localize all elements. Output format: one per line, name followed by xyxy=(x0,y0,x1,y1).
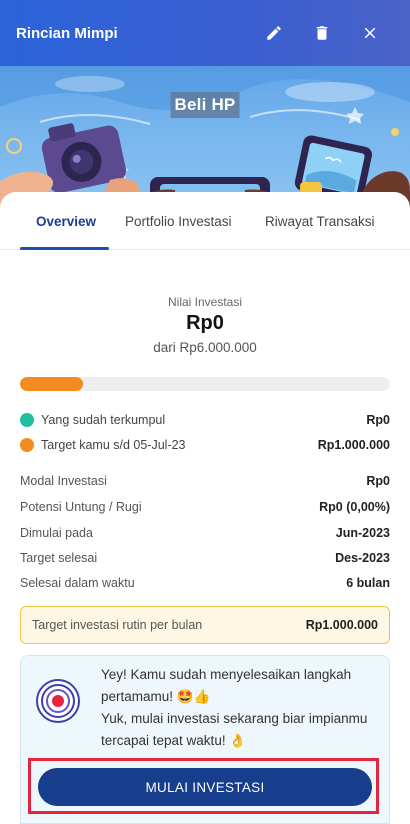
pencil-icon xyxy=(267,26,281,40)
tab-bar: Overview Portfolio Investasi Riwayat Tra… xyxy=(0,192,410,250)
detail-row-target-selesai: Target selesai Des-2023 xyxy=(20,549,390,567)
monthly-target-value: Rp1.000.000 xyxy=(305,618,378,632)
delete-button[interactable] xyxy=(298,13,346,53)
app-bar-actions xyxy=(250,13,394,53)
progress-bar xyxy=(20,377,390,391)
trash-icon xyxy=(316,26,328,40)
legend-collected: Yang sudah terkumpul Rp0 xyxy=(20,411,390,429)
monthly-target-box: Target investasi rutin per bulan Rp1.000… xyxy=(20,606,390,644)
detail-label: Target selesai xyxy=(20,551,98,565)
detail-value: Des-2023 xyxy=(335,551,390,565)
target-dot-icon xyxy=(20,438,34,452)
monthly-target-label: Target investasi rutin per bulan xyxy=(32,618,203,632)
start-investing-button[interactable]: MULAI INVESTASI xyxy=(38,768,372,806)
investment-value-label: Nilai Investasi xyxy=(167,295,243,309)
investment-value: Rp0 xyxy=(186,312,224,334)
detail-card: Overview Portfolio Investasi Riwayat Tra… xyxy=(0,192,410,824)
tab-overview[interactable]: Overview xyxy=(36,214,96,229)
close-icon xyxy=(364,27,376,39)
notice-line-3: Yuk, mulai investasi sekarang biar impia… xyxy=(101,711,368,726)
detail-row-modal: Modal Investasi Rp0 xyxy=(20,472,390,490)
detail-value: Rp0 xyxy=(366,474,390,488)
legend-target: Target kamu s/d 05-Jul-23 Rp1.000.000 xyxy=(20,436,390,454)
dream-title: Beli HP xyxy=(170,92,240,118)
detail-row-dimulai: Dimulai pada Jun-2023 xyxy=(20,524,390,542)
notice-line-2: pertamamu! 🤩👍 xyxy=(101,689,211,704)
close-button[interactable] xyxy=(346,13,394,53)
detail-label: Modal Investasi xyxy=(20,474,107,488)
detail-row-potensi: Potensi Untung / Rugi Rp0 (0,00%) xyxy=(20,498,390,516)
legend-value: Rp1.000.000 xyxy=(317,438,390,452)
legend-label: Yang sudah terkumpul xyxy=(41,413,166,427)
notice-line-1: Yey! Kamu sudah menyelesaikan langkah xyxy=(101,667,352,682)
detail-label: Potensi Untung / Rugi xyxy=(20,500,142,514)
page-title: Rincian Mimpi xyxy=(16,24,118,42)
detail-label: Dimulai pada xyxy=(20,526,93,540)
app-bar: Rincian Mimpi xyxy=(0,0,410,66)
detail-row-durasi: Selesai dalam waktu 6 bulan xyxy=(20,574,390,592)
detail-value: Jun-2023 xyxy=(335,526,390,540)
active-tab-indicator xyxy=(20,247,109,250)
detail-value: 6 bulan xyxy=(346,576,390,590)
detail-label: Selesai dalam waktu xyxy=(20,576,135,590)
target-icon xyxy=(36,679,80,723)
collected-dot-icon xyxy=(20,413,34,427)
legend-label: Target kamu s/d 05-Jul-23 xyxy=(41,438,186,452)
notice-line-4: tercapai tepat waktu! 👌 xyxy=(101,733,247,748)
tab-portfolio-investasi[interactable]: Portfolio Investasi xyxy=(125,214,232,229)
investment-target-total: dari Rp6.000.000 xyxy=(153,340,257,355)
edit-button[interactable] xyxy=(250,13,298,53)
detail-value: Rp0 (0,00%) xyxy=(319,500,390,514)
notice-message: Yey! Kamu sudah menyelesaikan langkah pe… xyxy=(101,664,381,752)
legend-value: Rp0 xyxy=(366,413,390,427)
tab-riwayat-transaksi[interactable]: Riwayat Transaksi xyxy=(265,214,375,229)
progress-fill xyxy=(20,377,83,391)
